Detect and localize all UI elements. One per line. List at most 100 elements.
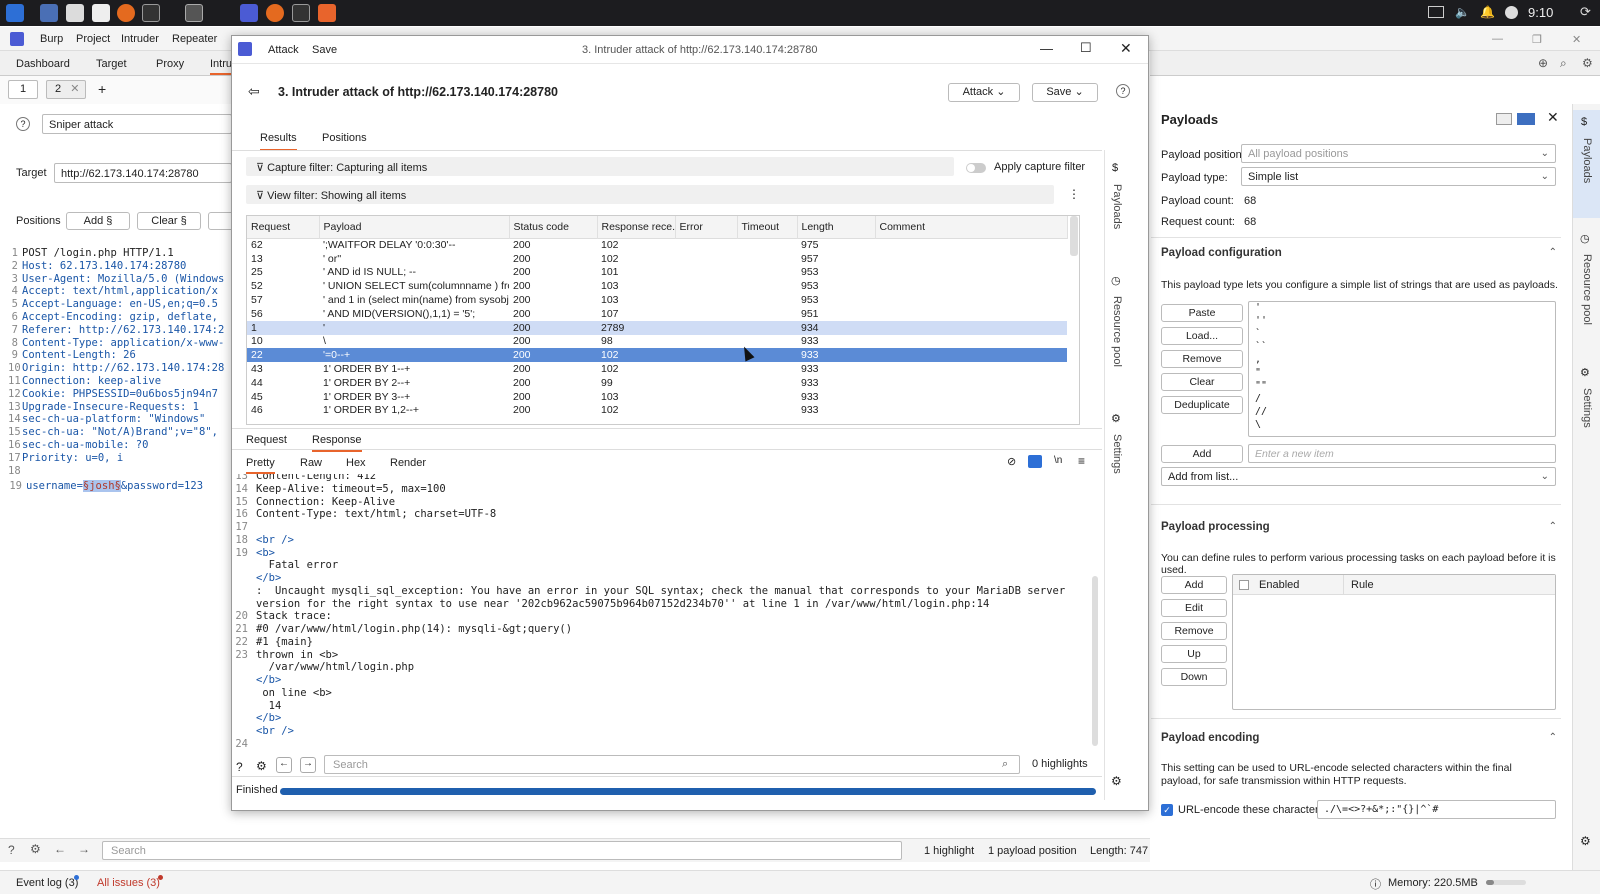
- urlencode-checkbox[interactable]: ✓: [1161, 804, 1173, 816]
- add-from-list-select[interactable]: Add from list... ⌄: [1161, 467, 1556, 486]
- layout-icon[interactable]: [1496, 113, 1512, 125]
- user-icon[interactable]: [1505, 6, 1518, 19]
- response-search-input[interactable]: Search: [324, 755, 1020, 774]
- forward-icon[interactable]: →: [78, 842, 90, 856]
- tab-positions[interactable]: Positions: [322, 132, 367, 144]
- power-icon[interactable]: ⟳: [1580, 4, 1591, 20]
- subtab-2[interactable]: 2 ✕: [46, 80, 86, 99]
- up-rule-button[interactable]: Up: [1161, 645, 1227, 663]
- column-header[interactable]: Timeout: [737, 216, 798, 238]
- paste-button[interactable]: Paste: [1161, 304, 1243, 322]
- burp-suite-task-icon[interactable]: [318, 4, 336, 22]
- payload-marker[interactable]: §josh§: [82, 480, 121, 492]
- attack-type-select[interactable]: Sniper attack: [42, 114, 232, 134]
- close-tab-icon[interactable]: ✕: [70, 83, 79, 95]
- add-rule-button[interactable]: Add: [1161, 576, 1227, 594]
- table-row[interactable]: 13 ' or'' 200 102 957: [247, 252, 1067, 266]
- table-row[interactable]: 44 1' ORDER BY 2--+ 200 99 933: [247, 376, 1067, 390]
- save-button[interactable]: Save ⌄: [1032, 83, 1098, 102]
- payload-list-item[interactable]: ": [1249, 367, 1555, 380]
- tab-response[interactable]: Response: [312, 434, 362, 452]
- help-icon[interactable]: ?: [1116, 84, 1130, 98]
- firefox-task-icon[interactable]: [266, 4, 284, 22]
- bottom-gear-icon[interactable]: ⚙: [1580, 834, 1591, 848]
- file-manager-icon[interactable]: [66, 4, 84, 22]
- add-marker-button[interactable]: Add §: [66, 212, 130, 230]
- load-button[interactable]: Load...: [1161, 327, 1243, 345]
- subtab-1[interactable]: 1: [8, 80, 38, 99]
- request-editor[interactable]: 1 POST /login.php HTTP/1.1 2 Host: 62.173.1…: [8, 247, 232, 507]
- text-editor-icon[interactable]: [92, 4, 110, 22]
- results-scrollbar[interactable]: [1070, 216, 1078, 256]
- main-search-input[interactable]: Search: [102, 841, 902, 860]
- view-filter-bar[interactable]: ⊽ View filter: Showing all items: [246, 185, 1054, 204]
- response-editor[interactable]: 13 Content-Length: 412 14 Keep-Alive: timeo…: [232, 474, 1102, 774]
- close-icon[interactable]: ✕: [1120, 40, 1132, 57]
- bottom-gear-icon[interactable]: ⚙: [1111, 774, 1122, 788]
- response-scrollbar[interactable]: [1092, 576, 1098, 746]
- tab-target[interactable]: Target: [96, 58, 127, 70]
- apply-capture-toggle[interactable]: [966, 163, 986, 173]
- payload-list-item[interactable]: \: [1249, 419, 1555, 432]
- payload-list-item[interactable]: ``: [1249, 341, 1555, 354]
- table-row[interactable]: 57 ' and 1 in (select min(name) from syso…: [247, 293, 1067, 307]
- side-tab-settings[interactable]: Settings: [1581, 388, 1593, 428]
- select-all-checkbox[interactable]: [1239, 580, 1249, 590]
- tab-raw[interactable]: Raw: [300, 457, 322, 469]
- prev-icon[interactable]: ←: [276, 757, 292, 773]
- hide-icon[interactable]: ⊘: [1007, 455, 1016, 468]
- tab-results[interactable]: Results: [260, 132, 297, 151]
- search-icon[interactable]: ⌕: [1560, 56, 1567, 71]
- menu-project[interactable]: Project: [76, 33, 110, 45]
- tab-dashboard[interactable]: Dashboard: [16, 58, 70, 70]
- column-header[interactable]: Comment: [875, 216, 1068, 238]
- side-tab-settings[interactable]: Settings: [1111, 434, 1123, 474]
- down-rule-button[interactable]: Down: [1161, 668, 1227, 686]
- table-row[interactable]: 56 ' AND MID(VERSION(),1,1) = '5'; 200 107 9…: [247, 307, 1067, 321]
- collapse-icon[interactable]: ⌃: [1549, 521, 1557, 532]
- capture-filter-bar[interactable]: ⊽ Capture filter: Capturing all items: [246, 157, 954, 176]
- edit-rule-button[interactable]: Edit: [1161, 599, 1227, 617]
- tab-hex[interactable]: Hex: [346, 457, 366, 469]
- table-row[interactable]: 22 '=0--+ 200 102 933: [247, 348, 1067, 363]
- table-row[interactable]: 52 ' UNION SELECT sum(columnname ) fro...…: [247, 279, 1067, 293]
- clear-marker-button[interactable]: Clear §: [137, 212, 201, 230]
- burp-taskbar-icon[interactable]: [240, 4, 258, 22]
- column-header[interactable]: Length: [797, 216, 876, 238]
- menu-burp[interactable]: Burp: [40, 33, 63, 45]
- window-icon[interactable]: [185, 4, 203, 22]
- back-icon[interactable]: ←: [54, 842, 66, 856]
- next-icon[interactable]: →: [300, 757, 316, 773]
- desktop-icon[interactable]: [40, 4, 58, 22]
- tab-intruder[interactable]: Intru: [210, 58, 233, 75]
- table-row[interactable]: 10 \ 200 98 933: [247, 335, 1067, 349]
- menu-intruder[interactable]: Intruder: [121, 33, 159, 45]
- menu-icon[interactable]: ≡: [1078, 454, 1085, 468]
- payload-list-item[interactable]: ,: [1249, 354, 1555, 367]
- urlencode-input[interactable]: ./\=<>?+&*;:"{}|^`#: [1317, 800, 1556, 819]
- payload-list-item[interactable]: `: [1249, 328, 1555, 341]
- table-row[interactable]: 43 1' ORDER BY 1--+ 200 102 933: [247, 362, 1067, 376]
- help-icon[interactable]: ?: [236, 760, 243, 774]
- layout-split-icon[interactable]: [1517, 113, 1535, 125]
- settings-bottom-icon[interactable]: ⚙: [30, 842, 41, 856]
- globe-icon[interactable]: ⊕: [1538, 56, 1548, 70]
- column-header[interactable]: Request: [247, 216, 320, 238]
- payload-list-item[interactable]: '': [1249, 315, 1555, 328]
- close-panel-icon[interactable]: ✕: [1547, 109, 1559, 126]
- tab-pretty[interactable]: Pretty: [246, 457, 275, 474]
- wrap-icon[interactable]: [1028, 455, 1042, 468]
- volume-icon[interactable]: 🔈: [1455, 5, 1470, 19]
- settings-icon[interactable]: ⚙: [256, 759, 267, 773]
- table-row[interactable]: 25 ' AND id IS NULL; -- 200 101 953: [247, 266, 1067, 280]
- tab-render[interactable]: Render: [390, 457, 426, 469]
- tab-proxy[interactable]: Proxy: [156, 58, 184, 70]
- table-row[interactable]: 1 ' 200 2789 934: [247, 320, 1067, 335]
- more-options-icon[interactable]: ⋮: [1068, 187, 1080, 201]
- start-menu-icon[interactable]: [6, 4, 24, 22]
- display-icon[interactable]: [1428, 6, 1444, 18]
- event-log-link[interactable]: Event log (3): [16, 877, 78, 889]
- payload-list-item[interactable]: ': [1249, 302, 1555, 315]
- rules-table[interactable]: Enabled Rule: [1232, 574, 1556, 710]
- position-select[interactable]: All payload positions ⌄: [1241, 144, 1556, 163]
